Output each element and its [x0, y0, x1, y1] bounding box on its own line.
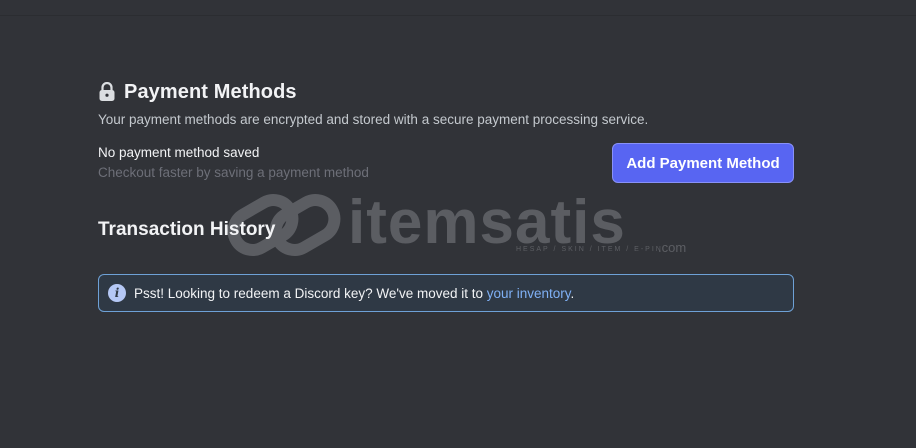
- empty-state-title: No payment method saved: [98, 145, 260, 160]
- payment-methods-header: Payment Methods: [98, 80, 794, 104]
- empty-state-subtitle: Checkout faster by saving a payment meth…: [98, 165, 369, 180]
- info-icon: i: [108, 284, 126, 302]
- payment-methods-description: Your payment methods are encrypted and s…: [98, 112, 649, 127]
- empty-state: No payment method saved Checkout faster …: [98, 145, 369, 181]
- notice-message: Psst! Looking to redeem a Discord key? W…: [134, 285, 487, 301]
- notice-suffix: .: [570, 285, 575, 301]
- add-payment-method-button[interactable]: Add Payment Method: [612, 143, 794, 183]
- settings-page: itemsatis HESAP / SKIN / ITEM / E-PIN .c…: [0, 0, 916, 448]
- payment-methods-title: Payment Methods: [124, 80, 297, 103]
- your-inventory-link[interactable]: your inventory: [487, 286, 571, 301]
- top-divider: [0, 15, 916, 16]
- main-content: Payment Methods Your payment methods are…: [98, 80, 794, 312]
- notice-text: Psst! Looking to redeem a Discord key? W…: [134, 286, 574, 301]
- payment-methods-row: No payment method saved Checkout faster …: [98, 143, 794, 183]
- redeem-notice: i Psst! Looking to redeem a Discord key?…: [98, 274, 794, 312]
- lock-icon: [99, 82, 115, 101]
- transaction-history-title: Transaction History: [98, 219, 276, 240]
